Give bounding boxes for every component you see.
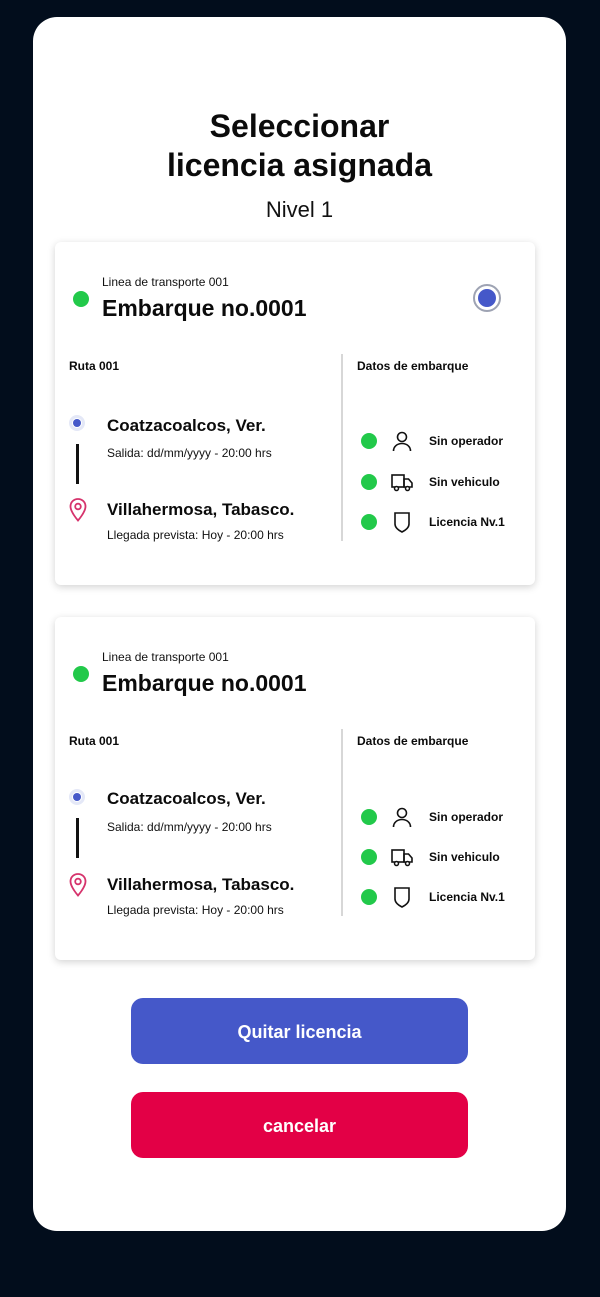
shield-icon xyxy=(394,512,410,533)
origin-marker-icon xyxy=(69,789,85,805)
location-pin-icon xyxy=(69,873,87,897)
status-dot xyxy=(361,889,377,905)
modal-title: Seleccionar licencia asignada xyxy=(33,107,566,185)
status-label: Sin operador xyxy=(429,810,504,824)
status-dot xyxy=(361,514,377,530)
cancel-button[interactable]: cancelar xyxy=(131,1092,468,1158)
route-line xyxy=(76,444,79,484)
shipment-title: Embarque no.0001 xyxy=(102,670,307,696)
title-line-2: licencia asignada xyxy=(166,147,432,183)
route-label: Ruta 001 xyxy=(69,734,120,748)
carrier-label: Linea de transporte 001 xyxy=(102,275,229,289)
status-operator: Sin operador xyxy=(361,806,531,828)
column-divider xyxy=(341,354,343,541)
truck-icon xyxy=(391,474,413,492)
arrival-time: Llegada prevista: Hoy - 20:00 hrs xyxy=(107,903,284,917)
status-label: Sin vehiculo xyxy=(429,475,500,489)
destination-city: Villahermosa, Tabasco. xyxy=(107,875,295,894)
departure-time: Salida: dd/mm/yyyy - 20:00 hrs xyxy=(107,446,272,460)
column-divider xyxy=(341,729,343,916)
location-pin-icon xyxy=(69,498,87,522)
shipment-title: Embarque no.0001 xyxy=(102,295,307,321)
remove-license-button[interactable]: Quitar licencia xyxy=(131,998,468,1064)
shipment-details-label: Datos de embarque xyxy=(357,734,469,748)
license-modal: Seleccionar licencia asignada Nivel 1 Li… xyxy=(33,17,566,1231)
status-dot xyxy=(361,849,377,865)
status-operator: Sin operador xyxy=(361,430,531,452)
origin-city: Coatzacoalcos, Ver. xyxy=(107,416,266,435)
user-icon xyxy=(392,431,412,452)
title-line-1: Seleccionar xyxy=(209,108,390,144)
status-dot xyxy=(361,474,377,490)
status-vehicle: Sin vehiculo xyxy=(361,471,531,493)
status-label: Sin vehiculo xyxy=(429,850,500,864)
status-label: Licencia Nv.1 xyxy=(429,515,505,529)
arrival-time: Llegada prevista: Hoy - 20:00 hrs xyxy=(107,528,284,542)
departure-time: Salida: dd/mm/yyyy - 20:00 hrs xyxy=(107,820,272,834)
status-license: Licencia Nv.1 xyxy=(361,511,531,533)
shipment-details-label: Datos de embarque xyxy=(357,359,469,373)
status-vehicle: Sin vehiculo xyxy=(361,846,531,868)
shipment-card[interactable]: Linea de transporte 001 Embarque no.0001… xyxy=(55,617,535,960)
radio-selected-indicator xyxy=(478,289,496,307)
user-icon xyxy=(392,807,412,828)
status-label: Licencia Nv.1 xyxy=(429,890,505,904)
status-license: Licencia Nv.1 xyxy=(361,886,531,908)
carrier-label: Linea de transporte 001 xyxy=(102,650,229,664)
origin-marker-icon xyxy=(69,415,85,431)
shield-icon xyxy=(394,887,410,908)
shipment-card[interactable]: Linea de transporte 001 Embarque no.0001… xyxy=(55,242,535,585)
select-radio[interactable] xyxy=(473,284,501,312)
active-status-dot xyxy=(73,666,89,682)
truck-icon xyxy=(391,849,413,867)
level-subtitle: Nivel 1 xyxy=(265,197,334,222)
active-status-dot xyxy=(73,291,89,307)
route-line xyxy=(76,818,79,858)
status-dot xyxy=(361,809,377,825)
route-label: Ruta 001 xyxy=(69,359,120,373)
origin-city: Coatzacoalcos, Ver. xyxy=(107,789,266,808)
destination-city: Villahermosa, Tabasco. xyxy=(107,500,295,519)
status-label: Sin operador xyxy=(429,434,504,448)
status-dot xyxy=(361,433,377,449)
